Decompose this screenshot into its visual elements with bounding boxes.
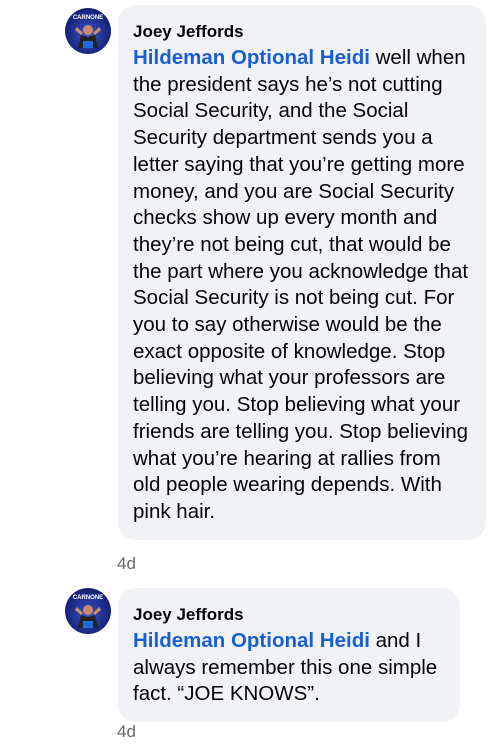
comment-bubble: Joey Jeffords Hildeman Optional Heidi we… bbox=[118, 5, 486, 540]
avatar-text: CARNONE bbox=[73, 15, 103, 21]
commenter-avatar[interactable]: CARNONE bbox=[65, 8, 111, 54]
comment-timestamp[interactable]: 4d bbox=[117, 722, 136, 742]
mention-link[interactable]: Hildeman Optional Heidi bbox=[133, 629, 370, 652]
commenter-avatar[interactable]: CARNONE bbox=[65, 588, 111, 634]
profile-photo-icon: CARNONE bbox=[73, 15, 103, 48]
mention-link[interactable]: Hildeman Optional Heidi bbox=[133, 46, 370, 69]
comment-text: Hildeman Optional Heidi and I always rem… bbox=[133, 628, 445, 708]
comment-author[interactable]: Joey Jeffords bbox=[133, 604, 445, 626]
avatar-text: CARNONE bbox=[73, 595, 103, 601]
comment-bubble: Joey Jeffords Hildeman Optional Heidi an… bbox=[118, 588, 460, 723]
comment-text: Hildeman Optional Heidi well when the pr… bbox=[133, 45, 471, 526]
comment-body: well when the president says he’s not cu… bbox=[133, 46, 469, 523]
comment-timestamp[interactable]: 4d bbox=[117, 554, 136, 574]
profile-photo-icon: CARNONE bbox=[73, 595, 103, 628]
comment-author[interactable]: Joey Jeffords bbox=[133, 21, 471, 43]
